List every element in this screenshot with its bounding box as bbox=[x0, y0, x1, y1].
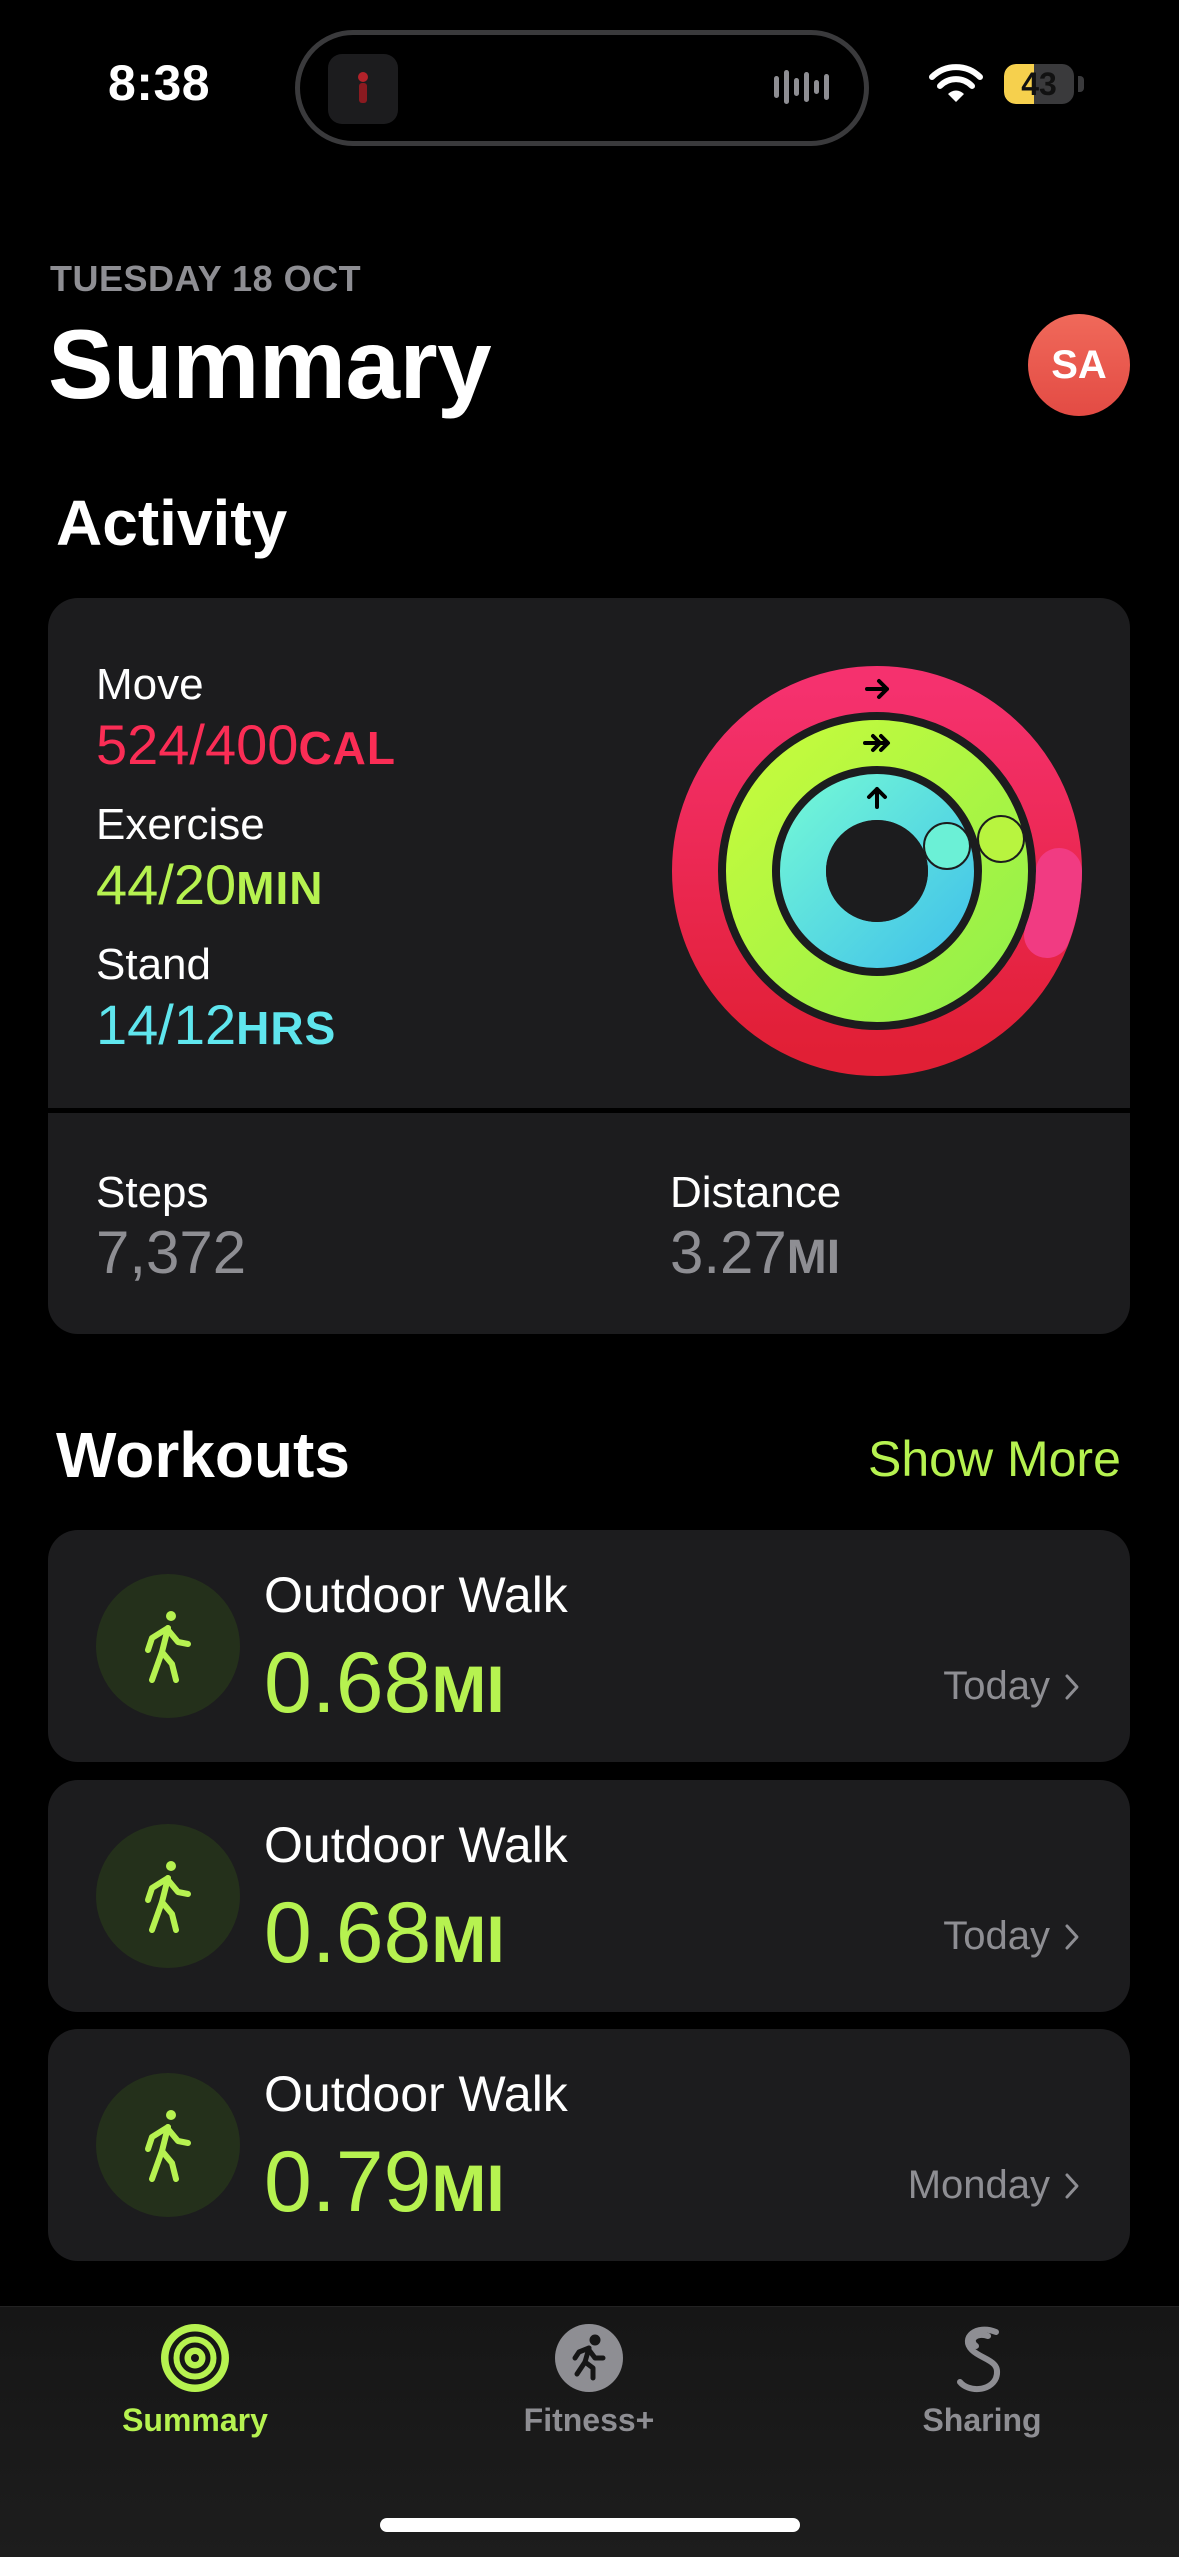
chevron-right-icon bbox=[1065, 1924, 1079, 1949]
battery-percentage: 43 bbox=[1021, 66, 1057, 102]
steps-label: Steps bbox=[96, 1168, 209, 1217]
tab-fitness-plus[interactable]: Fitness+ bbox=[469, 2322, 709, 2439]
exercise-label: Exercise bbox=[96, 800, 265, 849]
audio-waveform-icon bbox=[774, 70, 829, 104]
tab-label: Sharing bbox=[922, 2402, 1042, 2438]
now-playing-artwork bbox=[328, 54, 398, 124]
stand-label: Stand bbox=[96, 940, 211, 989]
activity-rings-icon bbox=[161, 2324, 229, 2392]
move-label: Move bbox=[96, 660, 204, 709]
walking-figure-icon bbox=[96, 1824, 240, 1968]
activity-rings[interactable] bbox=[668, 662, 1086, 1080]
exercise-ring-end bbox=[977, 815, 1025, 863]
workout-date: Today bbox=[943, 1664, 1080, 1709]
date-label: TUESDAY 18 OCT bbox=[50, 258, 362, 299]
home-indicator[interactable] bbox=[380, 2518, 800, 2532]
workout-distance: 0.68MI bbox=[264, 1885, 505, 1981]
exercise-value: 44/20MIN bbox=[96, 853, 324, 916]
status-time: 8:38 bbox=[108, 55, 211, 111]
page-title: Summary bbox=[48, 309, 492, 419]
profile-avatar[interactable]: SA bbox=[1028, 314, 1130, 416]
activity-divider bbox=[48, 1108, 1130, 1113]
tab-summary[interactable]: Summary bbox=[75, 2322, 315, 2439]
walking-figure-icon bbox=[96, 1574, 240, 1718]
chevron-right-icon bbox=[1065, 2173, 1079, 2198]
workout-date: Today bbox=[943, 1914, 1080, 1959]
workout-name: Outdoor Walk bbox=[264, 1817, 568, 1873]
activity-section-title: Activity bbox=[56, 487, 288, 559]
workout-distance: 0.79MI bbox=[264, 2134, 505, 2230]
tab-label: Summary bbox=[122, 2402, 268, 2438]
wifi-icon bbox=[929, 64, 983, 102]
battery-icon: 43 bbox=[1004, 64, 1074, 104]
steps-value: 7,372 bbox=[96, 1219, 247, 1286]
tab-sharing[interactable]: Sharing bbox=[862, 2322, 1102, 2439]
workout-name: Outdoor Walk bbox=[264, 1567, 568, 1623]
workouts-section-title: Workouts bbox=[56, 1419, 350, 1491]
workout-row[interactable]: Outdoor Walk 0.68MI Today bbox=[48, 1530, 1130, 1762]
workout-row[interactable]: Outdoor Walk 0.68MI Today bbox=[48, 1780, 1130, 2012]
move-ring-overlap bbox=[1024, 848, 1082, 958]
workout-distance: 0.68MI bbox=[264, 1635, 505, 1731]
distance-value: 3.27MI bbox=[670, 1219, 841, 1286]
show-more-link[interactable]: Show More bbox=[868, 1430, 1121, 1488]
chevron-right-icon bbox=[1065, 1674, 1079, 1699]
sharing-icon bbox=[957, 2326, 1001, 2392]
battery-tip bbox=[1078, 76, 1084, 92]
tab-label: Fitness+ bbox=[523, 2402, 655, 2438]
workout-row[interactable]: Outdoor Walk 0.79MI Monday bbox=[48, 2029, 1130, 2261]
ring-center bbox=[826, 820, 928, 922]
figure-icon bbox=[358, 72, 368, 103]
runner-icon bbox=[555, 2324, 623, 2392]
workout-date: Monday bbox=[908, 2163, 1080, 2208]
stand-value: 14/12HRS bbox=[96, 993, 337, 1056]
distance-label: Distance bbox=[670, 1168, 842, 1217]
workout-name: Outdoor Walk bbox=[264, 2066, 568, 2122]
stand-ring-end bbox=[923, 822, 971, 870]
move-value: 524/400CAL bbox=[96, 713, 396, 776]
walking-figure-icon bbox=[96, 2073, 240, 2217]
